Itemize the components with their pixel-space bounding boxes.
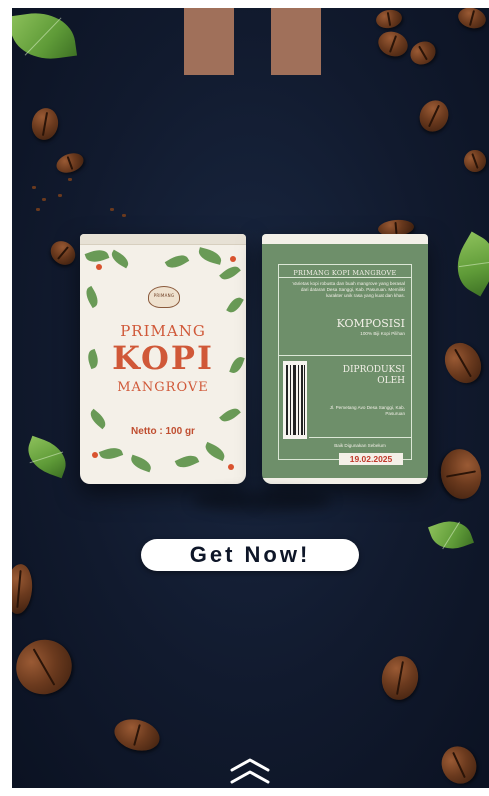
composition-heading: KOMPOSISI	[336, 317, 405, 330]
coffee-bean	[435, 740, 483, 788]
best-before-date: 19.02.2025	[339, 453, 403, 465]
coffee-bean	[455, 8, 489, 32]
back-title: PRIMANG KOPI MANGROVE	[293, 269, 397, 277]
producer-heading: DIPRODUKSI OLEH	[342, 365, 405, 386]
leaf-decoration	[445, 231, 489, 297]
get-now-button[interactable]: Get Now!	[141, 539, 359, 571]
back-description: Varietas kopi robusta dan buah mangrove …	[292, 281, 405, 298]
coffee-package-back: PRIMANG KOPI MANGROVE Varietas kopi robu…	[262, 234, 428, 484]
composition-value: 100% Biji Kopi Pilihan	[360, 331, 405, 336]
top-tab-right	[271, 8, 321, 75]
coffee-bean	[45, 236, 81, 270]
product-name-line1: PRIMANG	[120, 322, 206, 340]
leaf-decoration	[22, 435, 72, 479]
best-before-label: Baik Digunakan Sebelum	[334, 443, 386, 448]
brand-emblem: PRIMANG	[148, 286, 180, 308]
double-chevron-up-icon[interactable]	[228, 756, 272, 786]
promo-screen: PRIMANG PRIMANG KOPI MANGROVE Netto : 10…	[12, 8, 489, 788]
net-weight: Netto : 100 gr	[131, 426, 195, 437]
coffee-bean	[437, 336, 489, 390]
leaf-decoration	[12, 8, 78, 65]
coffee-bean	[414, 95, 454, 137]
coffee-bean	[374, 8, 404, 31]
coffee-bean	[110, 714, 164, 756]
product-name-line2: KOPI	[112, 339, 214, 377]
barcode	[283, 361, 307, 439]
coffee-bean	[29, 105, 61, 143]
coffee-bean	[12, 629, 82, 705]
coffee-bean	[378, 653, 422, 703]
coffee-bean	[406, 36, 440, 70]
coffee-bean	[436, 445, 486, 503]
coffee-bean	[53, 149, 87, 177]
top-tab-left	[184, 8, 234, 75]
coffee-bean	[460, 146, 489, 176]
coffee-bean	[374, 27, 412, 61]
leaf-decoration	[428, 514, 474, 556]
coffee-bean	[12, 562, 35, 616]
producer-address: Jl. Pemetang Avo Desa Sanggi, Kab. Pasur…	[329, 405, 405, 416]
product-name-line3: MANGROVE	[117, 380, 209, 395]
coffee-package-front: PRIMANG PRIMANG KOPI MANGROVE Netto : 10…	[80, 234, 246, 484]
product-shadow	[192, 490, 332, 512]
